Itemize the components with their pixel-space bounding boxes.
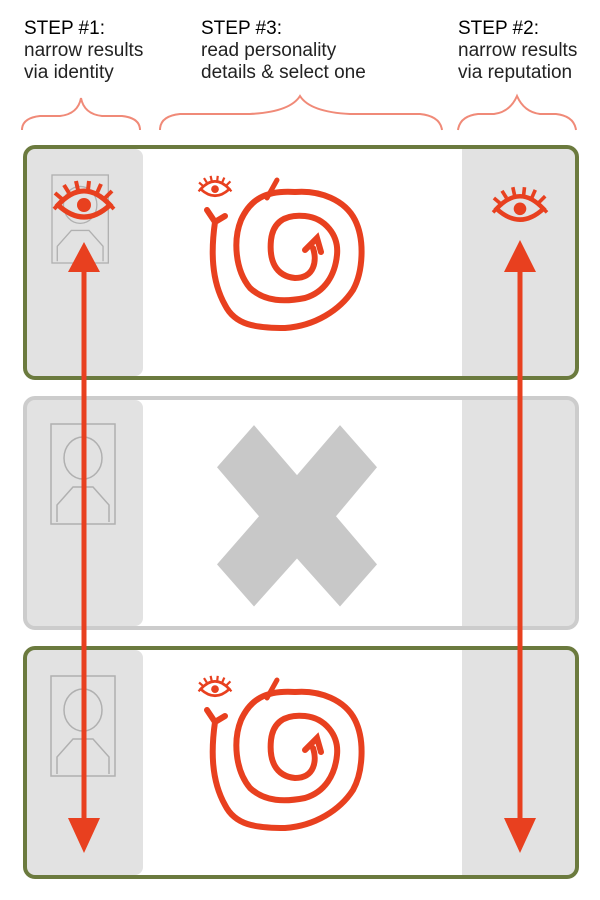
brace-step-1 [21, 97, 141, 131]
result-card-1[interactable] [23, 145, 579, 380]
result-card-2[interactable] [23, 396, 579, 630]
diagram-canvas [21, 93, 579, 879]
brace-step-3 [159, 94, 443, 131]
result-card-3[interactable] [23, 646, 579, 879]
brace-step-2 [457, 93, 577, 131]
